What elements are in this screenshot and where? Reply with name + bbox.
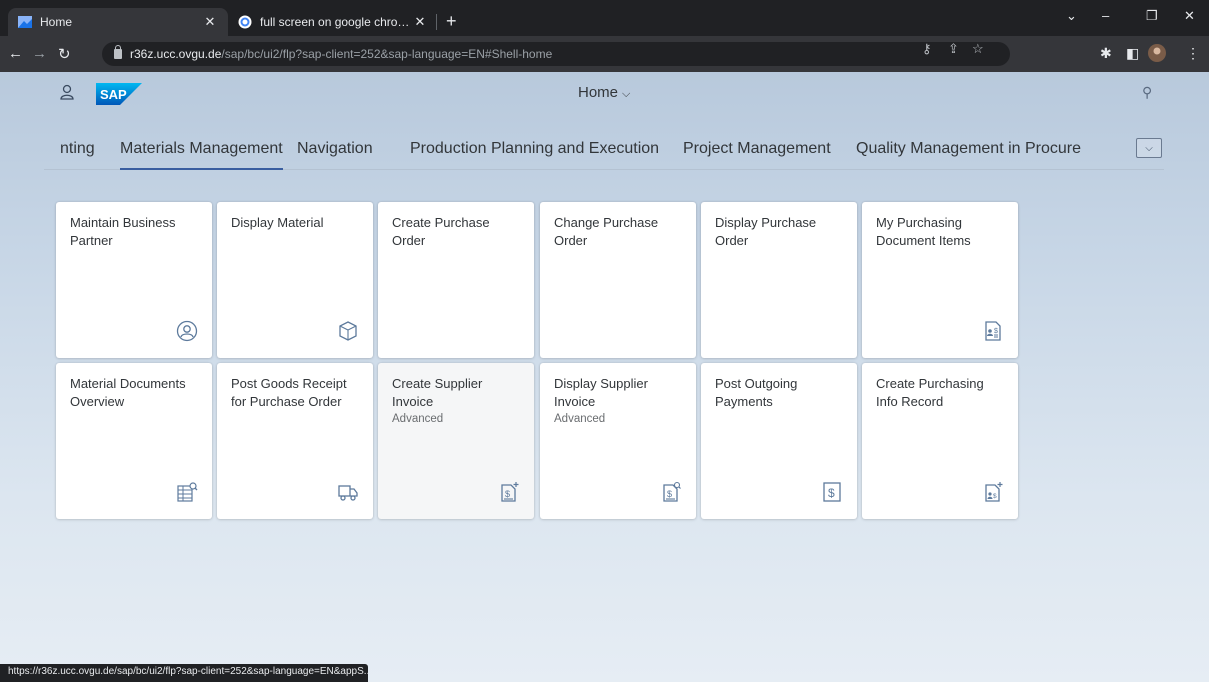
tile-title: Post Goods Receipt for Purchase Order	[231, 376, 347, 409]
tile-create-purchase-order[interactable]: Create Purchase Order	[378, 202, 534, 358]
shell-title[interactable]: Home ⌵	[578, 84, 630, 101]
tile-my-purchasing-document-items[interactable]: My Purchasing Document Items $	[862, 202, 1018, 358]
tile-create-purchasing-info-record[interactable]: Create Purchasing Info Record $	[862, 363, 1018, 519]
back-icon[interactable]: ←	[8, 45, 23, 62]
truck-icon	[338, 485, 358, 501]
svg-text:$: $	[667, 489, 672, 499]
browser-toolbar: ← → ↻ r36z.ucc.ovgu.de/sap/bc/ui2/flp?sa…	[0, 36, 1209, 72]
tile-title: Create Purchasing Info Record	[876, 376, 984, 409]
tile-post-outgoing-payments[interactable]: Post Outgoing Payments $	[701, 363, 857, 519]
side-panel-icon[interactable]: ◧	[1126, 45, 1139, 62]
invoice-add-icon: $	[501, 482, 519, 502]
url-host: r36z.ucc.ovgu.de	[130, 47, 222, 61]
tile-title: My Purchasing Document Items	[876, 215, 971, 248]
shell-bar: SAP Home ⌵ ⚲	[0, 72, 1209, 116]
document-dollar-icon: $	[985, 321, 1001, 341]
tab-search-icon[interactable]: ⌄	[1066, 8, 1077, 24]
tile-title: Display Purchase Order	[715, 215, 817, 248]
minimize-icon[interactable]: –	[1102, 8, 1109, 23]
tab-separator	[436, 14, 437, 30]
tile-display-purchase-order[interactable]: Display Purchase Order	[701, 202, 857, 358]
link-status-bar: https://r36z.ucc.ovgu.de/sap/bc/ui2/flp?…	[0, 664, 368, 682]
document-add-icon: $	[985, 482, 1003, 502]
svg-text:$: $	[505, 489, 510, 499]
share-icon[interactable]: ⇪	[948, 41, 959, 57]
tile-title: Display Supplier Invoice	[554, 376, 648, 409]
dollar-icon: $	[823, 482, 841, 502]
close-tab-icon[interactable]: ✕	[202, 14, 218, 30]
tile-material-documents-overview[interactable]: Material Documents Overview	[56, 363, 212, 519]
address-bar[interactable]: r36z.ucc.ovgu.de/sap/bc/ui2/flp?sap-clie…	[102, 42, 1010, 66]
launchpad: SAP Home ⌵ ⚲ nting Materials Management N…	[0, 72, 1209, 682]
cube-icon	[339, 321, 357, 341]
svg-text:$: $	[993, 493, 997, 500]
close-window-icon[interactable]: ✕	[1184, 8, 1195, 24]
forward-icon[interactable]: →	[32, 45, 47, 62]
chevron-down-icon: ⌵	[622, 88, 631, 100]
browser-tab-home[interactable]: Home ✕	[8, 8, 228, 36]
bookmark-star-icon[interactable]: ☆	[972, 41, 984, 57]
anchor-item-navigation[interactable]: Navigation	[297, 140, 373, 158]
anchor-item-quality-management[interactable]: Quality Management in Procure	[856, 140, 1081, 158]
google-favicon-icon	[238, 15, 252, 29]
anchor-item-accounting[interactable]: nting	[60, 140, 95, 158]
url-path: /sap/bc/ui2/flp?sap-client=252&sap-langu…	[221, 47, 553, 61]
tile-subtitle: Advanced	[554, 413, 606, 425]
invoice-search-icon: $	[663, 481, 681, 502]
tile-maintain-business-partner[interactable]: Maintain Business Partner	[56, 202, 212, 358]
anchor-item-project-management[interactable]: Project Management	[683, 140, 831, 158]
browser-tab-google[interactable]: full screen on google chrome - G ✕	[228, 8, 438, 36]
extensions-icon[interactable]: ✱	[1100, 45, 1112, 62]
new-tab-button[interactable]: +	[446, 12, 457, 30]
tile-subtitle: Advanced	[392, 413, 444, 425]
tile-title: Post Outgoing Payments	[715, 376, 798, 409]
page-favicon-icon	[18, 16, 32, 28]
restore-icon[interactable]: ❐	[1146, 8, 1158, 24]
tile-create-supplier-invoice[interactable]: Create Supplier Invoice Advanced $	[378, 363, 534, 519]
tile-title: Material Documents Overview	[70, 376, 186, 409]
close-tab-icon[interactable]: ✕	[412, 14, 428, 30]
profile-avatar[interactable]	[1148, 44, 1166, 62]
tab-title: full screen on google chrome - G	[260, 15, 412, 29]
tile-title: Display Material	[231, 215, 324, 230]
anchor-item-production-planning[interactable]: Production Planning and Execution	[410, 140, 659, 158]
reload-icon[interactable]: ↻	[58, 45, 71, 63]
search-icon[interactable]: ⚲	[1142, 84, 1152, 101]
tile-title: Create Supplier Invoice	[392, 376, 483, 409]
svg-text:$: $	[994, 328, 998, 335]
tile-post-goods-receipt[interactable]: Post Goods Receipt for Purchase Order	[217, 363, 373, 519]
sap-logo[interactable]: SAP	[96, 83, 142, 105]
tile-display-supplier-invoice[interactable]: Display Supplier Invoice Advanced $	[540, 363, 696, 519]
sap-logo-text: SAP	[100, 87, 127, 102]
key-icon[interactable]: ⚷	[922, 41, 932, 57]
tile-title: Create Purchase Order	[392, 215, 490, 248]
tile-title: Maintain Business Partner	[70, 215, 176, 248]
svg-text:$: $	[828, 486, 835, 500]
user-icon[interactable]	[60, 84, 74, 100]
anchor-item-materials-management[interactable]: Materials Management	[120, 140, 283, 170]
anchor-bar: nting Materials Management Navigation Pr…	[44, 130, 1164, 170]
person-icon	[176, 320, 198, 342]
browser-tab-strip: Home ✕ full screen on google chrome - G …	[0, 0, 1209, 36]
anchor-overflow-button[interactable]: ⌵	[1136, 138, 1162, 158]
tile-title: Change Purchase Order	[554, 215, 659, 248]
tile-change-purchase-order[interactable]: Change Purchase Order	[540, 202, 696, 358]
tile-display-material[interactable]: Display Material	[217, 202, 373, 358]
menu-icon[interactable]: ⋮	[1186, 45, 1200, 62]
shell-title-text: Home	[578, 84, 619, 101]
table-search-icon	[177, 482, 198, 502]
lock-icon[interactable]	[114, 45, 122, 59]
tab-title: Home	[40, 15, 73, 29]
chevron-down-icon: ⌵	[1145, 142, 1153, 154]
